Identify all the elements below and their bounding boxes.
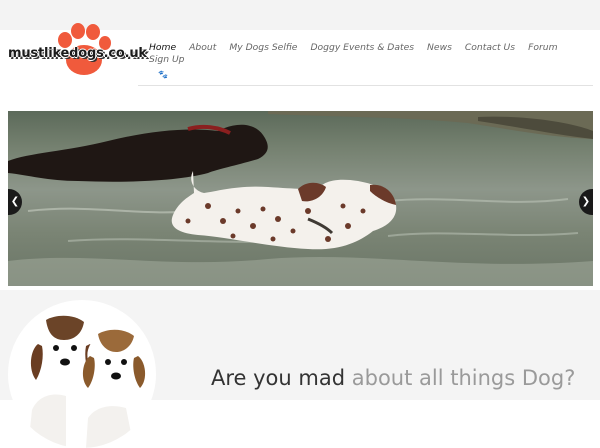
hero-slider[interactable]: [8, 111, 593, 286]
nav-item-about[interactable]: About: [189, 42, 216, 53]
nav-item-contact-us[interactable]: Contact Us: [465, 42, 515, 53]
puppies-image: [8, 300, 156, 448]
nav-item-news[interactable]: News: [427, 42, 452, 53]
tagline-dark: Are you mad: [211, 366, 346, 390]
nav-item-my-dogs-selfie[interactable]: My Dogs Selfie: [229, 42, 297, 53]
nav-item-sign-up[interactable]: Sign Up: [149, 54, 185, 65]
nav-item-home[interactable]: Home: [149, 42, 176, 53]
tagline-light: about all things Dog?: [351, 366, 576, 390]
main-nav: Home About My Dogs Selfie Doggy Events &…: [149, 42, 594, 65]
nav-item-doggy-events[interactable]: Doggy Events & Dates: [310, 42, 414, 53]
logo-text: mustlikedogs.co.uk: [8, 46, 147, 61]
paw-icon: 🐾: [158, 70, 168, 79]
slide-image: [8, 111, 593, 286]
site-logo[interactable]: mustlikedogs.co.uk: [8, 22, 148, 78]
nav-divider: [138, 85, 593, 86]
hero-tagline: Are you mad about all things Dog?: [211, 366, 575, 390]
nav-item-forum[interactable]: Forum: [528, 42, 557, 53]
